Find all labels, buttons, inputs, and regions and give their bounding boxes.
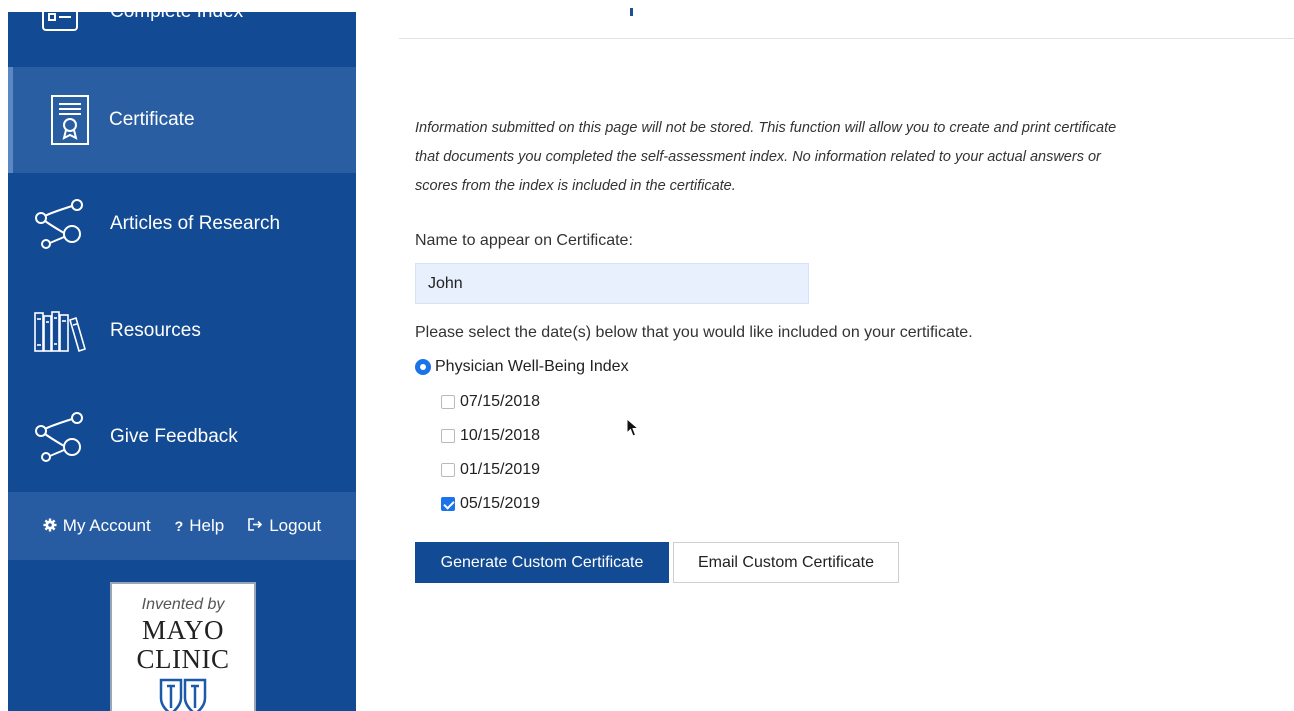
name-label: Name to appear on Certificate: [415, 232, 633, 249]
sidebar: Complete Index Certificate Articles of R… [8, 0, 356, 711]
date-label: 10/15/2018 [460, 427, 541, 444]
help-link[interactable]: ? Help [175, 516, 225, 536]
date-option-2[interactable]: 10/15/2018 [441, 427, 540, 445]
my-account-label: My Account [62, 516, 151, 535]
books-icon [32, 301, 88, 361]
radio-selected-icon[interactable] [415, 359, 431, 375]
logout-link[interactable]: Logout [248, 516, 321, 536]
sidebar-item-label: Certificate [109, 109, 195, 130]
my-account-link[interactable]: My Account [43, 516, 151, 536]
generate-certificate-button[interactable]: Generate Custom Certificate [415, 542, 669, 583]
date-option-3[interactable]: 01/15/2019 [441, 461, 540, 479]
header-divider [399, 38, 1294, 39]
mayo-clinic-logo: Invented by MAYO CLINIC [110, 582, 256, 711]
sidebar-item-give-feedback[interactable]: Give Feedback [8, 384, 356, 490]
date-label: 05/15/2019 [460, 495, 541, 512]
sidebar-item-label: Give Feedback [110, 426, 238, 447]
date-checkbox[interactable] [441, 395, 455, 409]
checklist-icon [32, 0, 88, 42]
date-checkbox-checked[interactable] [441, 497, 455, 511]
logo-clinic: CLINIC [136, 644, 230, 674]
logout-icon [248, 518, 263, 534]
gear-icon [43, 518, 57, 535]
date-checkbox[interactable] [441, 463, 455, 477]
mayo-shield-icon [112, 676, 254, 711]
info-text: Information submitted on this page will … [415, 120, 1117, 194]
help-label: Help [189, 516, 225, 535]
sidebar-item-label: Resources [110, 320, 201, 341]
share-nodes-icon [32, 407, 88, 467]
sidebar-item-certificate[interactable]: Certificate [8, 67, 356, 173]
question-icon: ? [174, 518, 184, 534]
sidebar-item-complete-index[interactable]: Complete Index [8, 0, 356, 65]
mouse-cursor-icon [626, 417, 640, 443]
date-option-1[interactable]: 07/15/2018 [441, 393, 540, 411]
email-certificate-button[interactable]: Email Custom Certificate [673, 542, 899, 583]
sidebar-item-articles-of-research[interactable]: Articles of Research [8, 171, 356, 277]
date-label: 07/15/2018 [460, 393, 541, 410]
date-option-4[interactable]: 05/15/2019 [441, 495, 540, 513]
date-label: 01/15/2019 [460, 461, 541, 478]
certificate-name-input[interactable] [415, 263, 809, 304]
logo-invented-by: Invented by [141, 596, 225, 613]
sidebar-item-label: Complete Index [110, 1, 244, 22]
share-nodes-icon [32, 194, 88, 254]
dates-prompt: Please select the date(s) below that you… [415, 324, 973, 341]
sidebar-item-label: Articles of Research [110, 213, 281, 234]
account-bar: My Account ? Help Logout [8, 492, 356, 560]
index-option-label: Physician Well-Being Index [435, 358, 629, 375]
logout-label: Logout [269, 516, 322, 535]
certificate-icon [42, 90, 98, 150]
header-marker [630, 8, 633, 16]
date-checkbox[interactable] [441, 429, 455, 443]
sidebar-item-resources[interactable]: Resources [8, 278, 356, 384]
index-radio-option[interactable]: Physician Well-Being Index [415, 358, 629, 376]
logo-mayo: MAYO [141, 615, 225, 645]
